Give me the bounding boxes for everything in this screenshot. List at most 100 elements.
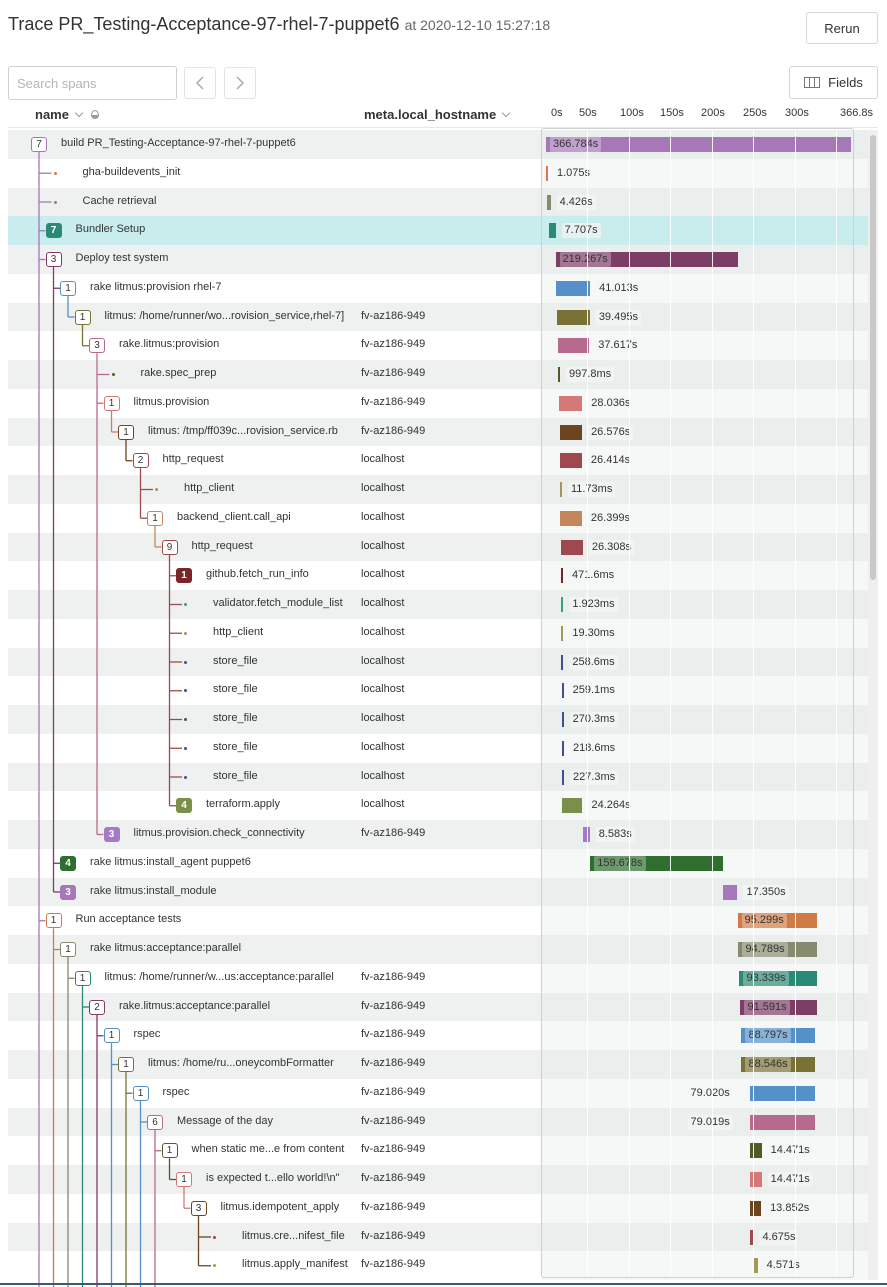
span-row[interactable]: litmus.apply_manifest fv-az186-949 4.571s bbox=[8, 1251, 868, 1280]
span-name[interactable]: rake.spec_prep bbox=[141, 367, 217, 379]
span-row[interactable]: store_file localhost 227.3ms bbox=[8, 762, 868, 792]
span-duration-bar[interactable] bbox=[562, 798, 583, 814]
span-duration-bar[interactable] bbox=[749, 1143, 762, 1159]
span-row[interactable]: store_file localhost 270.3ms bbox=[8, 705, 868, 734]
span-row[interactable]: 3 rake litmus:install_module 17.350s bbox=[8, 877, 868, 907]
span-row[interactable]: 1 is expected t...ello world!\n" fv-az186-… bbox=[8, 1165, 868, 1194]
span-row[interactable]: 4 rake litmus:install_agent puppet6 159.67… bbox=[8, 848, 868, 878]
span-name[interactable]: Deploy test system bbox=[76, 252, 169, 264]
span-row[interactable]: http_client localhost 11.73ms bbox=[8, 475, 868, 504]
next-match-button[interactable] bbox=[224, 67, 256, 99]
child-count-badge[interactable]: 1 bbox=[45, 913, 62, 929]
span-duration-bar[interactable] bbox=[559, 510, 582, 526]
child-count-badge[interactable]: 1 bbox=[74, 309, 91, 325]
span-name[interactable]: backend_client.call_api bbox=[177, 511, 291, 523]
span-row[interactable]: 1 backend_client.call_api localhost 26.399s bbox=[8, 503, 868, 533]
child-count-badge[interactable]: 7 bbox=[45, 223, 62, 239]
span-row[interactable]: http_client localhost 19.30ms bbox=[8, 618, 868, 648]
color-by-icon[interactable] bbox=[90, 110, 99, 119]
span-duration-bar[interactable] bbox=[753, 1258, 758, 1274]
span-name[interactable]: litmus.provision.check_connectivity bbox=[134, 827, 305, 839]
span-name[interactable]: validator.fetch_module_list bbox=[213, 597, 343, 609]
chevron-down-icon[interactable] bbox=[501, 108, 511, 117]
span-duration-bar[interactable] bbox=[558, 395, 583, 411]
child-count-badge[interactable]: 3 bbox=[190, 1200, 207, 1216]
span-duration-bar[interactable] bbox=[749, 1200, 762, 1216]
span-duration-bar[interactable] bbox=[749, 1229, 754, 1245]
span-name[interactable]: Message of the day bbox=[177, 1115, 273, 1127]
span-duration-bar[interactable] bbox=[546, 194, 551, 210]
span-row[interactable]: store_file localhost 259.1ms bbox=[8, 676, 868, 705]
child-count-badge[interactable]: 3 bbox=[45, 252, 62, 267]
span-row[interactable]: 3 litmus.provision.check_connectivity fv-a… bbox=[8, 820, 868, 849]
span-duration-bar[interactable] bbox=[549, 223, 556, 239]
span-name[interactable]: build PR_Testing-Acceptance-97-rhel-7-pu… bbox=[61, 137, 296, 149]
span-name[interactable]: litmus.apply_manifest bbox=[242, 1258, 348, 1270]
scrollbar-thumb[interactable] bbox=[870, 135, 876, 580]
child-count-badge[interactable]: 1 bbox=[147, 510, 163, 526]
span-duration-bar[interactable] bbox=[749, 1172, 762, 1187]
span-row[interactable]: 7 Bundler Setup 7.707s bbox=[8, 216, 868, 245]
span-name[interactable]: rspec bbox=[134, 1028, 161, 1040]
child-count-badge[interactable]: 1 bbox=[60, 280, 76, 296]
span-name[interactable]: litmus.cre...nifest_file bbox=[242, 1230, 345, 1242]
span-name[interactable]: http_client bbox=[213, 626, 263, 638]
span-duration-bar[interactable] bbox=[582, 827, 590, 842]
span-row[interactable]: 9 http_request localhost 26.308s bbox=[8, 532, 868, 562]
span-row[interactable]: 2 rake.litmus:acceptance:parallel fv-az186… bbox=[8, 992, 868, 1022]
span-duration-bar[interactable] bbox=[560, 568, 563, 584]
span-name[interactable]: http_client bbox=[184, 482, 234, 494]
span-duration-bar[interactable] bbox=[559, 424, 583, 440]
child-count-badge[interactable]: 1 bbox=[74, 970, 91, 986]
span-duration-bar[interactable] bbox=[749, 1114, 816, 1130]
rerun-button[interactable]: Rerun bbox=[806, 12, 878, 44]
span-row[interactable]: 1 rake litmus:acceptance:parallel 94.789s bbox=[8, 935, 868, 964]
span-name[interactable]: litmus.provision bbox=[134, 396, 210, 408]
child-count-badge[interactable]: 1 bbox=[176, 568, 192, 584]
span-name[interactable]: litmus: /tmp/ff039c...rovision_service.r… bbox=[148, 425, 338, 437]
span-duration-bar[interactable] bbox=[749, 1085, 816, 1101]
child-count-badge[interactable]: 1 bbox=[132, 1085, 149, 1101]
fields-button[interactable]: Fields bbox=[789, 66, 878, 99]
span-name[interactable]: rake.litmus:acceptance:parallel bbox=[119, 1000, 270, 1012]
child-count-badge[interactable]: 1 bbox=[118, 424, 134, 440]
child-count-badge[interactable]: 6 bbox=[147, 1114, 163, 1130]
span-name[interactable]: rake litmus:provision rhel-7 bbox=[90, 281, 221, 293]
span-name[interactable]: rspec bbox=[163, 1086, 190, 1098]
span-duration-bar[interactable] bbox=[546, 165, 548, 181]
child-count-badge[interactable]: 4 bbox=[176, 798, 192, 814]
span-row[interactable]: 4 terraform.apply localhost 24.264s bbox=[8, 791, 868, 820]
name-column-header[interactable]: name bbox=[35, 107, 99, 122]
span-row[interactable]: litmus.cre...nifest_file fv-az186-949 4.67… bbox=[8, 1222, 868, 1252]
span-name[interactable]: store_file bbox=[213, 683, 258, 695]
child-count-badge[interactable]: 1 bbox=[118, 1057, 134, 1072]
child-count-badge[interactable]: 3 bbox=[60, 884, 76, 900]
span-name[interactable]: rake litmus:install_module bbox=[90, 885, 217, 897]
span-duration-bar[interactable] bbox=[561, 712, 564, 727]
child-count-badge[interactable]: 2 bbox=[89, 999, 105, 1015]
child-count-badge[interactable]: 1 bbox=[176, 1172, 192, 1187]
span-name[interactable]: terraform.apply bbox=[206, 798, 280, 810]
span-row[interactable]: 7 build PR_Testing-Acceptance-97-rhel-7-p… bbox=[8, 130, 868, 159]
span-row[interactable]: 2 http_request localhost 26.414s bbox=[8, 446, 868, 475]
span-name[interactable]: gha-buildevents_init bbox=[83, 166, 181, 178]
child-count-badge[interactable]: 1 bbox=[161, 1143, 178, 1159]
span-name[interactable]: store_file bbox=[213, 770, 258, 782]
span-row[interactable]: 1 litmus: /home/runner/w...us:acceptance:… bbox=[8, 963, 868, 993]
span-row[interactable]: validator.fetch_module_list localhost 1.92… bbox=[8, 590, 868, 619]
child-count-badge[interactable]: 3 bbox=[103, 827, 120, 842]
previous-match-button[interactable] bbox=[184, 67, 216, 99]
search-spans-input[interactable] bbox=[8, 66, 177, 100]
span-row[interactable]: store_file localhost 218.6ms bbox=[8, 733, 868, 763]
span-row[interactable]: 1 rspec fv-az186-949 79.020s bbox=[8, 1078, 868, 1108]
span-name[interactable]: Run acceptance tests bbox=[76, 913, 182, 925]
scrollbar[interactable] bbox=[868, 130, 878, 1280]
span-duration-bar[interactable] bbox=[559, 453, 582, 469]
child-count-badge[interactable]: 1 bbox=[103, 395, 120, 411]
child-count-badge[interactable]: 1 bbox=[60, 942, 76, 957]
span-row[interactable]: 1 when static me...e from content fv-az186… bbox=[8, 1136, 868, 1165]
span-name[interactable]: litmus: /home/runner/w...us:acceptance:p… bbox=[105, 971, 334, 983]
child-count-badge[interactable]: 1 bbox=[103, 1028, 120, 1044]
child-count-badge[interactable]: 2 bbox=[132, 453, 149, 469]
span-row[interactable]: 1 litmus: /tmp/ff039c...rovision_service.… bbox=[8, 417, 868, 447]
